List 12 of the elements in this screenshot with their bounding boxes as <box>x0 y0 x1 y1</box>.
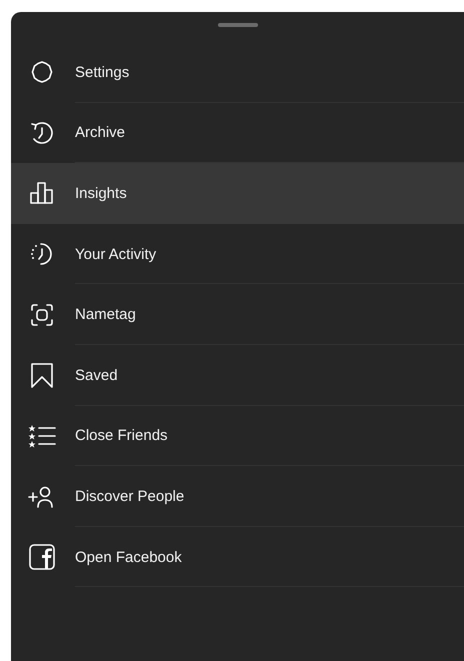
bookmark-icon <box>28 361 56 390</box>
menu-item[interactable]: Nametag <box>11 284 464 345</box>
facebook-icon <box>28 543 56 572</box>
menu-item[interactable]: Close Friends <box>11 406 464 466</box>
menu-item[interactable]: Saved <box>11 344 464 406</box>
menu-item[interactable]: Insights <box>11 163 464 224</box>
menu-item[interactable]: Discover People <box>11 466 464 527</box>
menu-item[interactable]: Settings <box>11 42 464 103</box>
menu-item[interactable]: Archive <box>11 102 464 164</box>
drag-handle[interactable] <box>218 23 258 27</box>
menu-item[interactable]: Your Activity <box>11 224 464 284</box>
menu-item[interactable]: Open Facebook <box>11 526 464 588</box>
